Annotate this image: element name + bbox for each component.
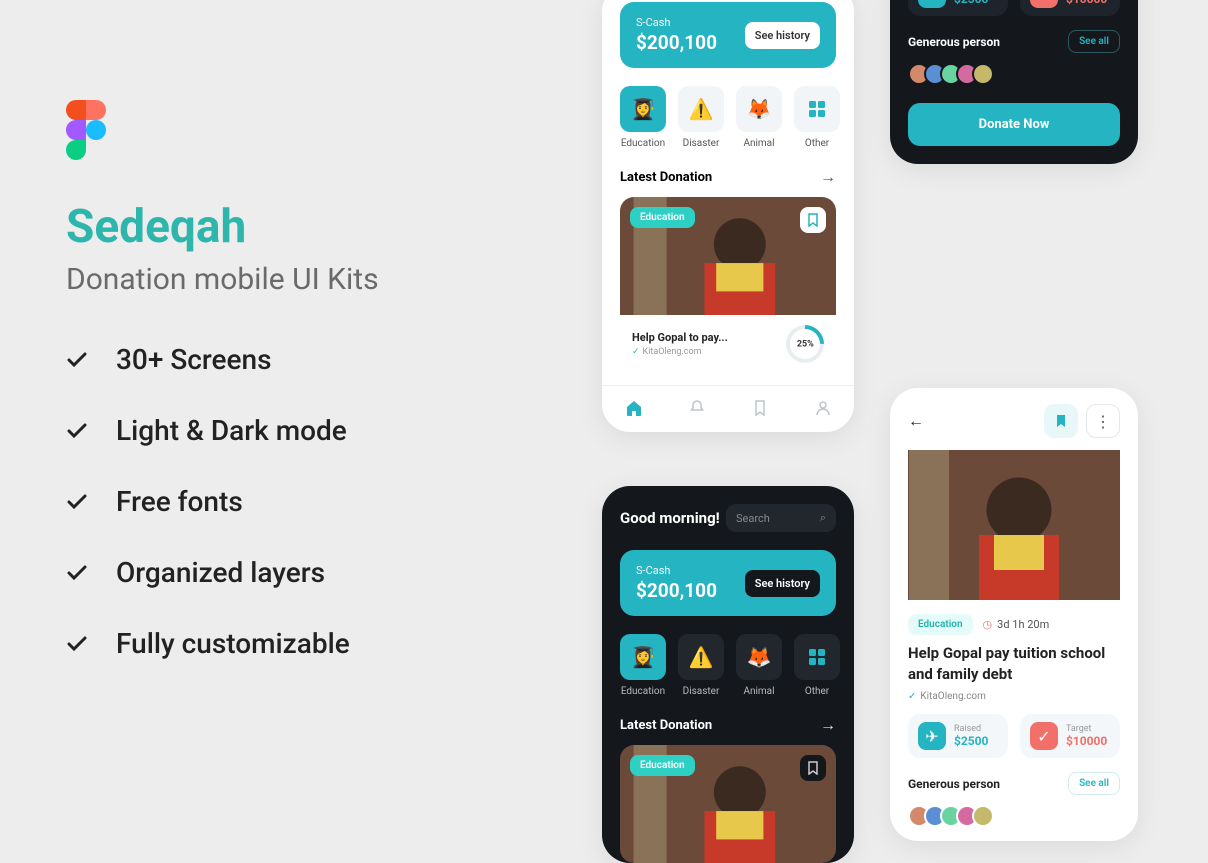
more-button[interactable]: ⋮ — [1086, 404, 1120, 438]
progress-ring: 25% — [778, 317, 832, 371]
bookmark-icon[interactable] — [800, 755, 826, 781]
back-button[interactable]: ← — [908, 411, 924, 431]
category-item[interactable]: 🦊 Animal — [736, 634, 782, 697]
figma-logo-icon — [66, 100, 106, 160]
category-item[interactable]: ⚠️ Disaster — [678, 86, 724, 149]
send-icon: ✈ — [918, 722, 946, 750]
donate-now-button[interactable]: Donate Now — [908, 103, 1120, 146]
category-label: Disaster — [678, 138, 724, 149]
category-icon — [794, 86, 840, 132]
scash-amount: $200,100 — [636, 31, 717, 54]
latest-donation-heading: Latest Donation — [620, 170, 712, 185]
raised-stat: ✈ Raised$2500 — [908, 0, 1008, 16]
category-label: Other — [794, 138, 840, 149]
bookmark-icon[interactable] — [800, 207, 826, 233]
latest-donation-heading: Latest Donation — [620, 718, 712, 733]
category-label: Education — [620, 138, 666, 149]
category-label: Disaster — [678, 686, 724, 697]
category-item[interactable]: ⚠️ Disaster — [678, 634, 724, 697]
see-all-button[interactable]: See all — [1068, 30, 1120, 53]
see-history-button[interactable]: See history — [745, 570, 820, 597]
phone-mock-home-dark: Good morning! Search⌕ S-Cash $200,100 Se… — [602, 486, 854, 863]
check-icon — [66, 562, 88, 584]
detail-source: ✓KitaOleng.com — [908, 691, 1120, 702]
education-tag: Education — [630, 755, 695, 776]
bell-tab-icon[interactable] — [687, 398, 707, 418]
category-icon: ⚠️ — [678, 634, 724, 680]
category-label: Animal — [736, 138, 782, 149]
phone-mock-detail-dark: ← ⋮ Education ◷3d 1h 20m Help Gopal pay … — [890, 0, 1138, 164]
category-item[interactable]: 👩‍🎓 Education — [620, 634, 666, 697]
category-item[interactable]: 👩‍🎓 Education — [620, 86, 666, 149]
category-label: Animal — [736, 686, 782, 697]
feature-text: Light & Dark mode — [116, 414, 347, 447]
feature-item: Fully customizable — [66, 627, 506, 660]
feature-text: Free fonts — [116, 485, 243, 518]
bookmark-button[interactable] — [1044, 404, 1078, 438]
see-all-button[interactable]: See all — [1068, 772, 1120, 795]
scash-amount: $200,100 — [636, 579, 717, 602]
feature-item: 30+ Screens — [66, 343, 506, 376]
category-icon: ⚠️ — [678, 86, 724, 132]
category-icon — [794, 634, 840, 680]
check-icon — [66, 491, 88, 513]
category-item[interactable]: 🦊 Animal — [736, 86, 782, 149]
scash-card: S-Cash $200,100 See history — [620, 550, 836, 616]
feature-item: Organized layers — [66, 556, 506, 589]
generous-heading: Generous person — [908, 35, 1000, 49]
feature-text: 30+ Screens — [116, 343, 272, 376]
avatar — [972, 63, 994, 85]
category-icon: 👩‍🎓 — [620, 634, 666, 680]
home-tab-icon[interactable] — [624, 398, 644, 418]
check-icon — [66, 633, 88, 655]
feature-item: Free fonts — [66, 485, 506, 518]
scash-label: S-Cash — [636, 564, 717, 577]
target-stat: ✓ Target$10000 — [1020, 714, 1120, 758]
education-tag: Education — [908, 614, 973, 635]
search-icon: ⌕ — [820, 511, 826, 525]
phone-mock-detail-light: ← ⋮ Education ◷3d 1h 20m Help Gopal pay … — [890, 388, 1138, 841]
generous-heading: Generous person — [908, 777, 1000, 791]
donation-card[interactable]: Education Help Gopal to pay... ✓KitaOlen… — [620, 197, 836, 373]
feature-text: Organized layers — [116, 556, 325, 589]
education-tag: Education — [630, 207, 695, 228]
see-history-button[interactable]: See history — [745, 22, 820, 49]
category-label: Education — [620, 686, 666, 697]
phone-mock-home-light: S-Cash $200,100 See history 👩‍🎓 Education… — [602, 0, 854, 432]
donation-card[interactable]: Education — [620, 745, 836, 863]
product-subtitle: Donation mobile UI Kits — [66, 262, 506, 297]
check-icon — [66, 420, 88, 442]
donation-card-source: ✓KitaOleng.com — [632, 347, 728, 357]
avatar — [972, 805, 994, 827]
feature-text: Fully customizable — [116, 627, 350, 660]
category-icon: 🦊 — [736, 634, 782, 680]
category-item[interactable]: Other — [794, 634, 840, 697]
category-icon: 👩‍🎓 — [620, 86, 666, 132]
check-icon: ✓ — [1030, 0, 1058, 8]
detail-hero-image — [908, 450, 1120, 600]
bottom-tab-bar — [602, 385, 854, 432]
product-title: Sedeqah — [66, 200, 506, 254]
profile-tab-icon[interactable] — [813, 398, 833, 418]
time-remaining: ◷3d 1h 20m — [983, 618, 1050, 631]
donation-card-title: Help Gopal to pay... — [632, 331, 728, 344]
bookmark-tab-icon[interactable] — [750, 398, 770, 418]
search-input[interactable]: Search⌕ — [726, 504, 836, 532]
greeting-text: Good morning! — [620, 509, 720, 527]
category-item[interactable]: Other — [794, 86, 840, 149]
check-icon — [66, 349, 88, 371]
raised-stat: ✈ Raised$2500 — [908, 714, 1008, 758]
feature-item: Light & Dark mode — [66, 414, 506, 447]
check-icon: ✓ — [1030, 722, 1058, 750]
arrow-right-icon[interactable]: → — [820, 715, 836, 735]
category-label: Other — [794, 686, 840, 697]
scash-card: S-Cash $200,100 See history — [620, 2, 836, 68]
category-icon: 🦊 — [736, 86, 782, 132]
send-icon: ✈ — [918, 0, 946, 8]
arrow-right-icon[interactable]: → — [820, 167, 836, 187]
target-stat: ✓ Target$10000 — [1020, 0, 1120, 16]
scash-label: S-Cash — [636, 16, 717, 29]
detail-title: Help Gopal pay tuition school and family… — [908, 643, 1120, 685]
